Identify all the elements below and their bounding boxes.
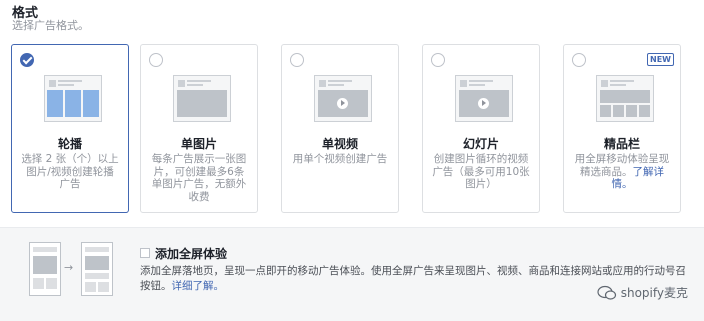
watermark-text: shopify麦克 xyxy=(620,286,688,300)
radio-single-video[interactable] xyxy=(290,53,304,67)
radio-slideshow[interactable] xyxy=(431,53,445,67)
collection-thumbnail-icon xyxy=(596,75,654,122)
slideshow-thumbnail-icon xyxy=(455,75,513,122)
ad-phone-icon xyxy=(29,242,61,296)
card-title-carousel: 轮播 xyxy=(57,137,82,151)
card-desc-collection: 用全屏移动体验呈现精选商品。了解详情。 xyxy=(573,153,671,191)
arrow-right-icon: → xyxy=(64,261,74,274)
card-title-single-video: 单视频 xyxy=(321,137,358,151)
wechat-icon xyxy=(597,285,616,300)
fullscreen-checkbox[interactable] xyxy=(140,248,150,258)
play-icon xyxy=(478,97,489,109)
format-card-slideshow[interactable]: 幻灯片 创建图片循环的视频广告（最多可用10张图片） xyxy=(422,44,540,213)
card-title-collection: 精品栏 xyxy=(603,137,640,151)
card-desc-slideshow: 创建图片循环的视频广告（最多可用10张图片） xyxy=(432,153,530,190)
new-badge: NEW xyxy=(647,53,674,66)
radio-carousel[interactable] xyxy=(20,53,34,67)
radio-single-image[interactable] xyxy=(149,53,163,67)
card-desc-single-image: 每条广告展示一张图片，可创建最多6条单图片广告，无额外收费 xyxy=(151,153,247,203)
carousel-thumbnail-icon xyxy=(44,75,102,122)
format-subtitle: 选择广告格式。 xyxy=(12,19,89,32)
format-card-carousel[interactable]: 轮播 选择 2 张（个）以上图片/视频创建轮播广告 xyxy=(11,44,129,213)
fullscreen-title: 添加全屏体验 xyxy=(155,247,228,261)
radio-collection[interactable] xyxy=(572,53,586,67)
format-card-single-image[interactable]: 单图片 每条广告展示一张图片，可创建最多6条单图片广告，无额外收费 xyxy=(140,44,258,213)
single-video-thumbnail-icon xyxy=(314,75,372,122)
fullscreen-learn-more-link[interactable]: 详细了解。 xyxy=(172,280,225,292)
card-desc-carousel: 选择 2 张（个）以上图片/视频创建轮播广告 xyxy=(21,153,119,190)
card-title-slideshow: 幻灯片 xyxy=(462,137,499,151)
fullscreen-phone-icon xyxy=(81,242,113,296)
watermark: shopify麦克 xyxy=(597,284,688,301)
card-title-single-image: 单图片 xyxy=(180,137,217,151)
format-card-single-video[interactable]: 单视频 用单个视频创建广告 xyxy=(281,44,399,213)
single-image-thumbnail-icon xyxy=(173,75,231,122)
fullscreen-experience-panel: → 添加全屏体验 添加全屏落地页，呈现一点即开的移动广告体验。使用全屏广告来呈现… xyxy=(0,227,704,321)
format-card-collection[interactable]: NEW 精品栏 用全屏移动体验呈现精选商品。了解详情。 xyxy=(563,44,681,213)
play-icon xyxy=(337,97,348,109)
card-desc-single-video: 用单个视频创建广告 xyxy=(292,153,388,165)
